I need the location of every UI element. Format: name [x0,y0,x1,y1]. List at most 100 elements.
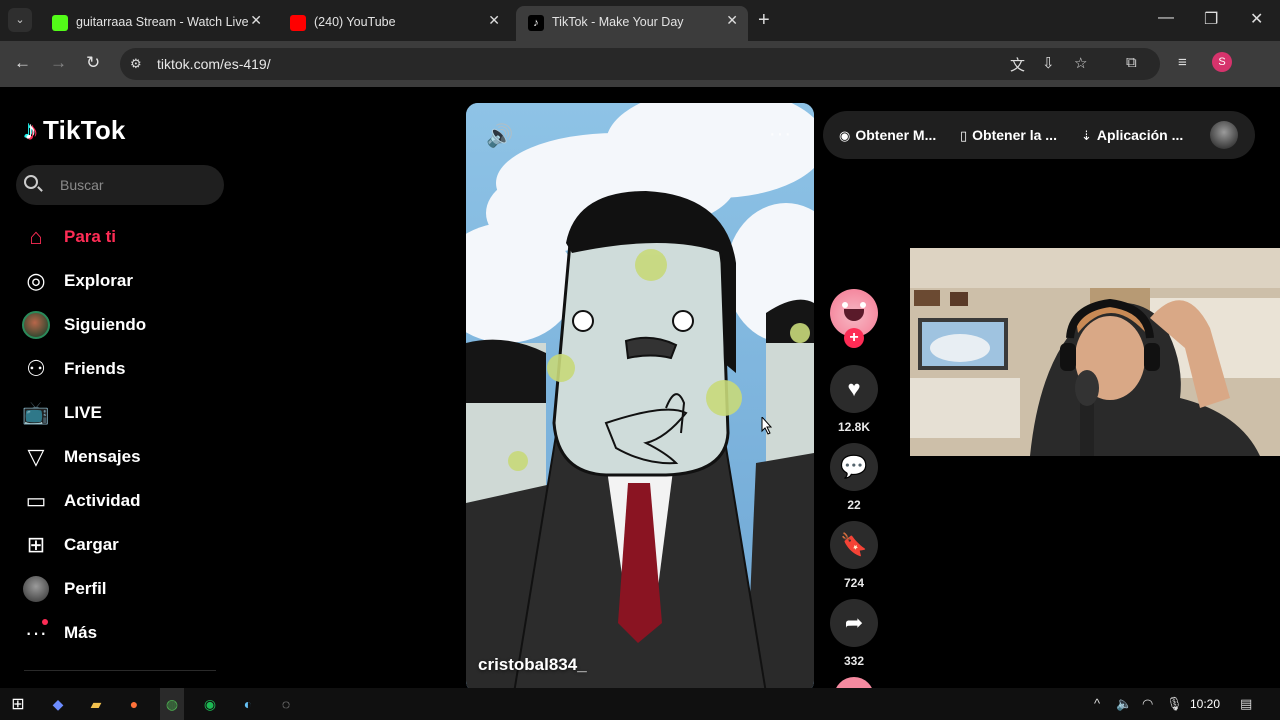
obs-icon[interactable]: ◌ [276,694,296,714]
spotify-icon[interactable]: ◉ [200,694,220,714]
tiktok-logo[interactable]: ♪ TikTok [24,115,126,146]
inbox-icon: ▭ [25,488,47,513]
extensions-icon[interactable]: ⧉ [1126,54,1137,71]
file-explorer-icon[interactable]: ▰ [86,694,106,714]
install-icon[interactable]: ⇩ [1042,54,1055,72]
profile-avatar [20,573,52,605]
video-author[interactable]: cristobal834_ [478,655,587,675]
reload-icon[interactable]: ↻ [86,53,100,73]
forward-icon[interactable]: → [50,53,67,73]
sidebar-nav: ⌂ Para ti ◎ Explorar Siguiendo ⚇ Friends… [20,215,230,655]
more-options-icon[interactable]: ··· [769,123,792,146]
windows-start-icon[interactable]: ⊞ [8,694,28,714]
network-icon[interactable]: ◠ [1142,696,1153,712]
copilot-icon[interactable]: ◆ [48,694,68,714]
chrome-icon[interactable]: ◍ [162,694,182,714]
volume-icon[interactable]: 🔊 [486,123,513,149]
share-arrow-icon: ➦ [844,610,864,635]
profile-avatar[interactable] [1210,121,1238,149]
next-video-avatar[interactable] [834,677,874,688]
phone-icon: ▯ [960,128,968,143]
microphone-icon[interactable]: 🎙 [1166,696,1183,712]
sidebar-item-live[interactable]: 📺 LIVE [20,391,230,435]
video-frame [466,103,814,688]
back-icon[interactable]: ← [14,53,31,73]
like-button[interactable]: ♥ [830,365,878,413]
tab-title: TikTok - Make Your Day [552,15,684,29]
comment-icon: 💬 [840,454,868,479]
close-window-icon[interactable]: ✕ [1250,9,1263,29]
media-control-icon[interactable]: ≡ [1178,54,1187,71]
new-tab-icon[interactable]: + [758,9,770,32]
url-input[interactable]: ⚙ tiktok.com/es-419/ [120,48,1160,80]
get-app-link[interactable]: ▯ Obtener la ... [960,127,1057,144]
close-icon[interactable]: ✕ [250,12,262,29]
tab-guitarraaa[interactable]: guitarraaa Stream - Watch Live ✕ [40,6,272,41]
search-icon [24,175,38,189]
logo-text: TikTok [43,115,126,145]
tray-chevron-icon[interactable]: ^ [1094,696,1100,711]
divider [24,670,216,671]
desktop-app-link[interactable]: ⇣ Aplicación ... [1081,127,1183,144]
sidebar-item-actividad[interactable]: ▭ Actividad [20,479,230,523]
tiktok-icon: ♪ [528,15,544,31]
get-coins-link[interactable]: ◉ Obtener M... [839,127,936,144]
close-icon[interactable]: ✕ [488,12,500,29]
sidebar-item-friends[interactable]: ⚇ Friends [20,347,230,391]
comment-count: 22 [847,498,861,512]
sidebar-item-siguiendo[interactable]: Siguiendo [20,303,230,347]
download-icon: ⇣ [1081,128,1092,143]
clock[interactable]: 10:20 [1190,697,1220,711]
home-icon: ⌂ [29,224,43,249]
sidebar-item-label: Siguiendo [64,315,147,334]
sidebar-item-label: Cargar [64,535,119,554]
sidebar-item-mensajes[interactable]: ▽ Mensajes [20,435,230,479]
tab-tiktok[interactable]: ♪ TikTok - Make Your Day ✕ [516,6,748,41]
following-avatar [20,309,52,341]
steam-icon[interactable]: ◐ [238,694,258,714]
sidebar-item-label: Mensajes [64,447,141,466]
sidebar-item-label: Para ti [64,227,116,246]
webcam-image [910,248,1280,456]
sidebar-item-explorar[interactable]: ◎ Explorar [20,259,230,303]
like-count: 12.8K [837,420,871,434]
sidebar-item-para-ti[interactable]: ⌂ Para ti [20,215,230,259]
restore-icon[interactable]: ❐ [1204,9,1218,29]
site-info-icon[interactable]: ⚙ [130,56,142,72]
link-label: Aplicación ... [1096,127,1184,143]
close-icon[interactable]: ✕ [726,12,738,29]
translate-icon[interactable]: 文 [1010,54,1025,75]
share-button[interactable]: ➦ [830,599,878,647]
profile-avatar[interactable]: S [1212,52,1232,72]
mouse-cursor-icon [761,417,772,435]
url-text: tiktok.com/es-419/ [157,56,271,72]
browser-tab-bar: ⌄ guitarraaa Stream - Watch Live ✕ (240)… [0,0,1280,41]
live-icon: 📺 [22,400,50,425]
save-button[interactable]: 🔖 [830,521,878,569]
search-placeholder: Buscar [60,177,104,193]
video-player[interactable]: 🔊 ··· cristobal834_ [466,103,814,688]
firefox-icon[interactable]: ● [124,694,144,714]
follow-plus-icon[interactable]: + [844,328,864,348]
tab-youtube[interactable]: (240) YouTube ✕ [278,6,510,41]
search-input[interactable]: Buscar [16,165,224,205]
notification-dot [42,619,48,625]
sidebar-item-cargar[interactable]: ⊞ Cargar [20,523,230,567]
notifications-icon[interactable]: ▤ [1240,696,1252,712]
sidebar-item-label: LIVE [64,403,102,422]
bookmark-star-icon[interactable]: ☆ [1074,54,1087,72]
avatar-eye [860,302,866,308]
avatar-mouth [844,309,864,321]
coin-icon: ◉ [839,128,851,143]
sidebar-item-label: Más [64,623,98,642]
tiktok-note-icon: ♪ [24,115,37,145]
comment-button[interactable]: 💬 [830,443,878,491]
friends-icon: ⚇ [26,356,46,381]
address-bar: ← → ↻ ⚙ tiktok.com/es-419/ 文 ⇩ ☆ ⧉ ≡ [0,41,1280,87]
minimize-icon[interactable]: — [1158,9,1174,27]
volume-tray-icon[interactable]: 🔈 [1116,696,1132,712]
sidebar-item-perfil[interactable]: Perfil [20,567,230,611]
sidebar-item-mas[interactable]: ··· Más [20,611,230,655]
youtube-icon [290,15,306,31]
tab-search-chevron-icon[interactable]: ⌄ [8,8,32,32]
